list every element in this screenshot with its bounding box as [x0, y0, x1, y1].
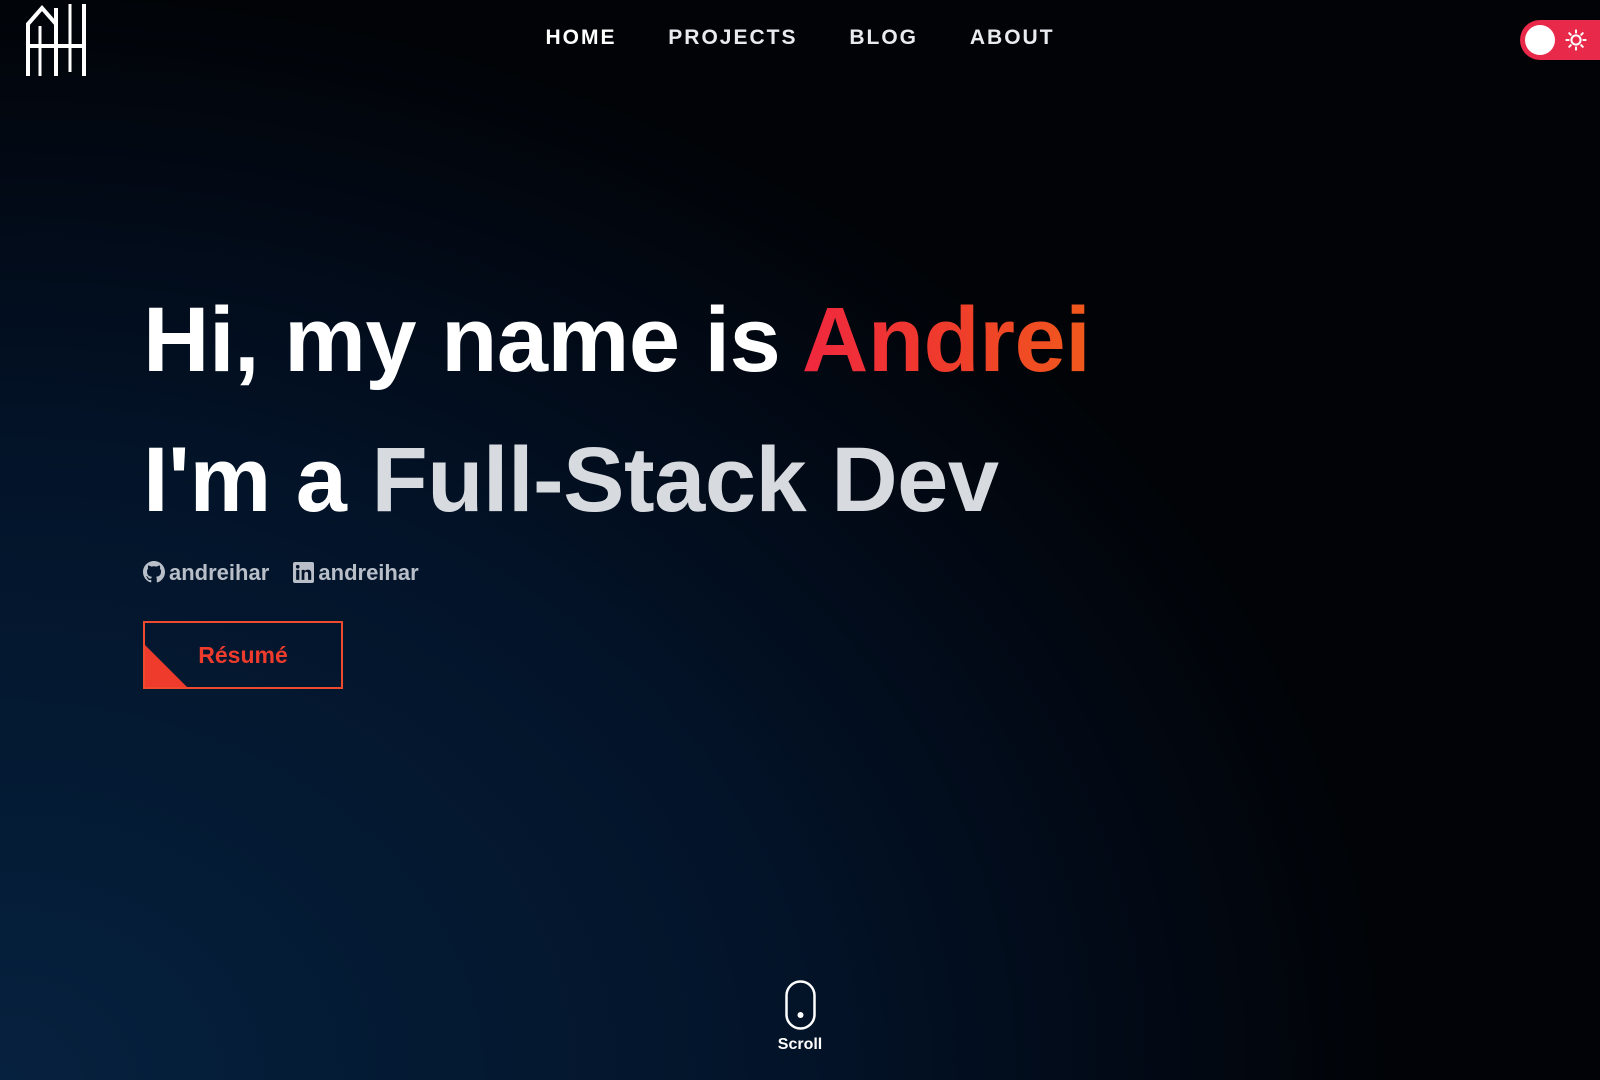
linkedin-link[interactable]: andreihar — [293, 560, 419, 586]
hero-role: Full-Stack Dev — [371, 429, 999, 531]
github-handle: andreihar — [169, 560, 270, 586]
toggle-knob — [1525, 25, 1555, 55]
theme-toggle[interactable] — [1520, 20, 1600, 60]
scroll-label: Scroll — [777, 1036, 823, 1053]
linkedin-handle: andreihar — [318, 560, 419, 586]
nav-blog-link[interactable]: BLOG — [849, 26, 918, 50]
nav-home-link[interactable]: HOME — [545, 26, 616, 50]
hero-name: Andrei — [801, 289, 1091, 391]
hero-section: Hi, my name is Andrei I'm a Full-Stack D… — [143, 270, 1091, 550]
greeting-text: Hi, my name is — [143, 289, 802, 391]
nav-about-link[interactable]: ABOUT — [970, 26, 1055, 50]
nav-projects-link[interactable]: PROJECTS — [668, 26, 797, 50]
scroll-indicator[interactable]: Scroll — [760, 980, 840, 1054]
resume-button-label: Résumé — [198, 642, 288, 668]
intro-text: I'm a — [143, 429, 372, 531]
github-link[interactable]: andreihar — [143, 560, 269, 586]
resume-button[interactable]: Résumé — [143, 621, 343, 689]
main-nav: HOME PROJECTS BLOG ABOUT — [0, 26, 1600, 50]
hero-greeting-line: Hi, my name is Andrei — [143, 270, 1091, 410]
linkedin-icon — [293, 561, 315, 583]
hero-role-line: I'm a Full-Stack Dev — [143, 410, 1090, 550]
mouse-icon — [784, 980, 816, 1030]
github-icon — [143, 561, 165, 583]
social-links: andreihar andreihar — [143, 559, 437, 586]
sun-icon — [1565, 29, 1587, 51]
